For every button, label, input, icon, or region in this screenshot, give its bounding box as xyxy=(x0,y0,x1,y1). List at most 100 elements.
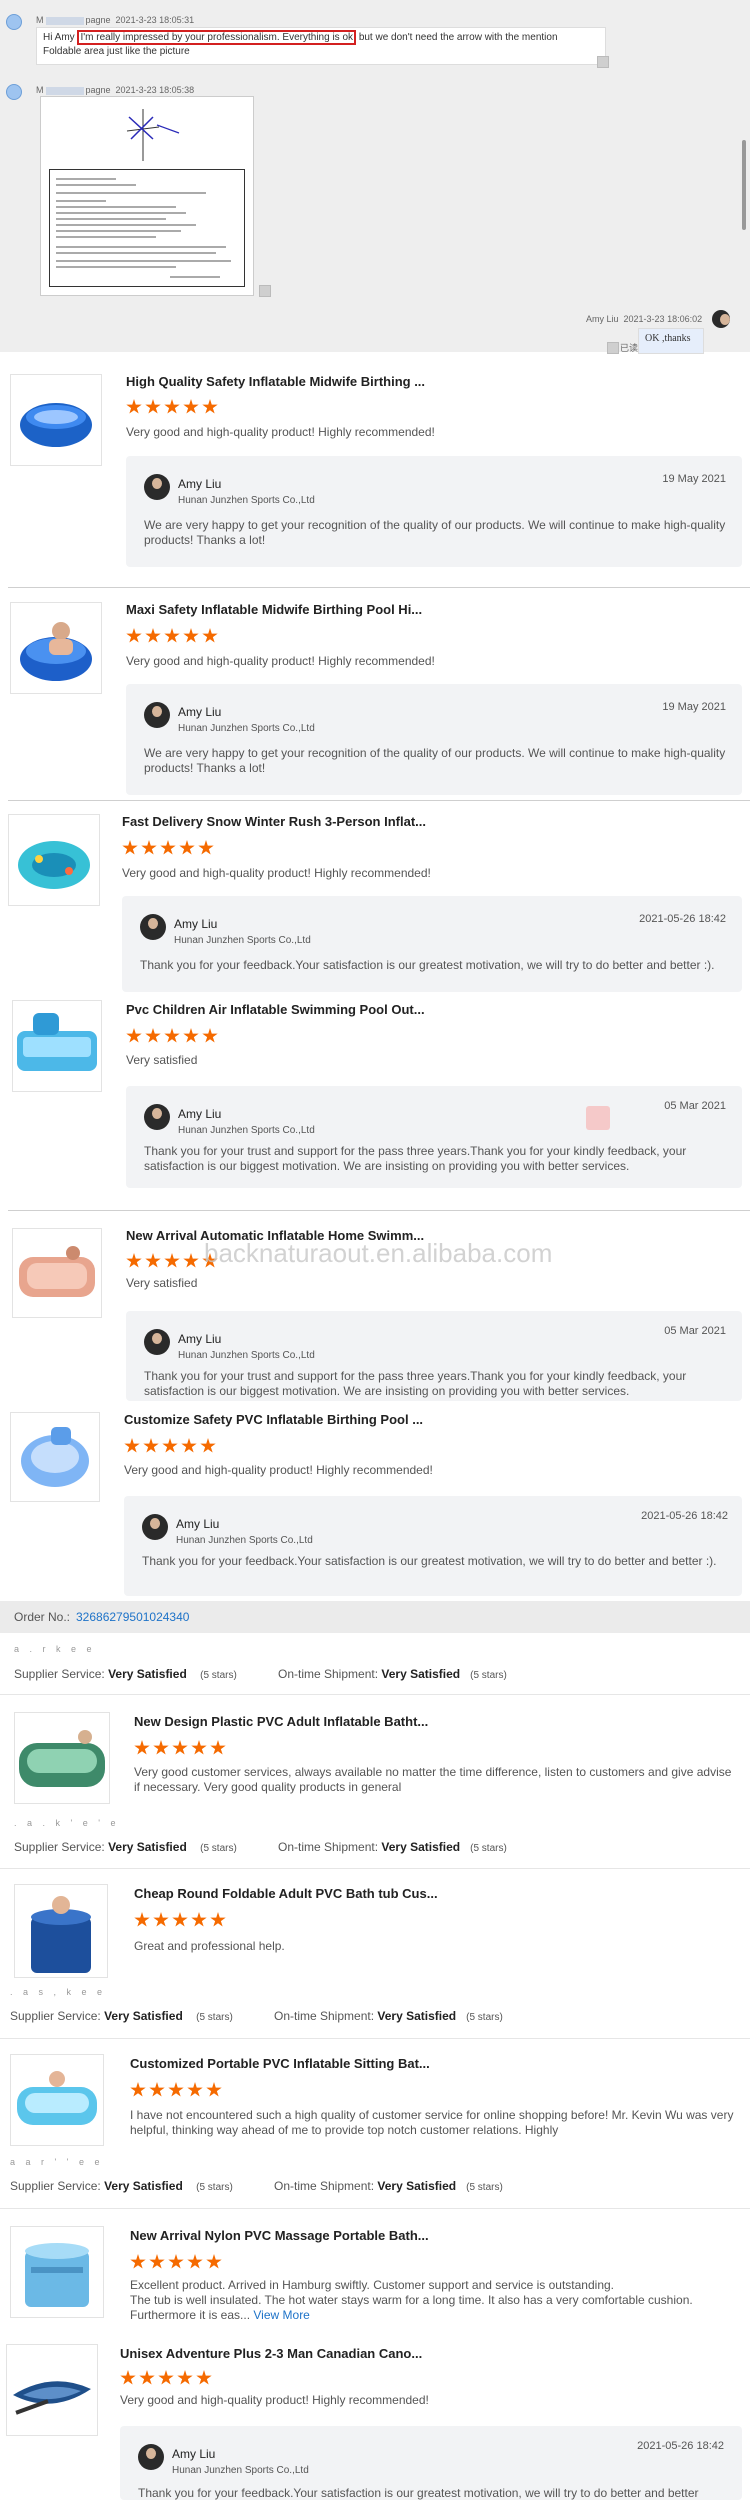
product-title[interactable]: Fast Delivery Snow Winter Rush 3-Person … xyxy=(122,814,426,829)
product-title[interactable]: Unisex Adventure Plus 2-3 Man Canadian C… xyxy=(120,2346,422,2361)
seller-name: Amy Liu xyxy=(178,705,222,719)
star-icon xyxy=(183,1253,199,1268)
reply-sender: Amy Liu 2021-3-23 18:06:02 xyxy=(586,314,703,324)
star-icon xyxy=(149,2254,165,2269)
reply-text: Thank you for your feedback.Your satisfa… xyxy=(138,2486,699,2500)
star-icon xyxy=(172,1740,188,1755)
agent-avatar xyxy=(712,310,730,328)
star-icon xyxy=(145,1253,161,1268)
review-text: Very satisfied xyxy=(126,1053,198,1067)
star-rating xyxy=(122,840,217,857)
star-icon xyxy=(187,2082,203,2097)
review-text: Very good customer services, always avai… xyxy=(134,1765,732,1794)
star-icon xyxy=(145,399,161,414)
seller-reply: Amy Liu Hunan Junzhen Sports Co.,Ltd 19 … xyxy=(126,456,742,567)
product-image[interactable] xyxy=(12,1228,102,1318)
star-icon xyxy=(149,2082,165,2097)
star-icon xyxy=(206,2082,222,2097)
review-text: Very good and high-quality product! High… xyxy=(126,654,435,668)
divider xyxy=(0,1694,750,1695)
seller-avatar xyxy=(142,1514,168,1540)
view-more-link[interactable]: View More xyxy=(253,2308,309,2322)
chat-message: Hi Amy I'm really impressed by your prof… xyxy=(36,27,606,65)
star-rating xyxy=(130,2254,225,2271)
reply-text: Thank you for your feedback.Your satisfa… xyxy=(140,958,715,972)
chat-panel: Mpagne 2021-3-23 18:05:31 Hi Amy I'm rea… xyxy=(0,0,750,354)
product-title[interactable]: High Quality Safety Inflatable Midwife B… xyxy=(126,374,425,389)
star-icon xyxy=(181,1438,197,1453)
product-image[interactable] xyxy=(10,602,102,694)
sender-avatar xyxy=(6,14,22,30)
star-icon xyxy=(202,628,218,643)
seller-name: Amy Liu xyxy=(176,1517,220,1531)
reply-text: We are very happy to get your recognitio… xyxy=(144,746,726,775)
spec-sheet xyxy=(49,169,245,287)
product-title[interactable]: Maxi Safety Inflatable Midwife Birthing … xyxy=(126,602,422,617)
star-icon xyxy=(130,2254,146,2269)
star-rating xyxy=(134,1740,229,1757)
product-title[interactable]: New Arrival Nylon PVC Massage Portable B… xyxy=(130,2228,429,2243)
sender-avatar xyxy=(6,84,22,100)
star-icon xyxy=(200,1438,216,1453)
star-icon xyxy=(210,1912,226,1927)
divider xyxy=(8,1210,750,1211)
product-title[interactable]: New Design Plastic PVC Adult Inflatable … xyxy=(134,1714,428,1729)
star-icon xyxy=(126,1028,142,1043)
star-icon xyxy=(122,840,138,855)
chat-scrollbar[interactable] xyxy=(742,140,746,230)
supplier-service-rating: Supplier Service: Very Satisfied (5 star… xyxy=(10,2009,233,2023)
product-image[interactable] xyxy=(10,2226,104,2318)
shipment-rating: On-time Shipment: Very Satisfied (5 star… xyxy=(274,2179,503,2193)
star-icon xyxy=(191,1740,207,1755)
message-select-checkbox[interactable] xyxy=(597,56,609,68)
star-icon xyxy=(141,840,157,855)
star-icon xyxy=(177,2370,193,2385)
product-image[interactable] xyxy=(10,374,102,466)
product-image[interactable] xyxy=(10,1412,100,1502)
star-icon xyxy=(206,2254,222,2269)
star-icon xyxy=(153,1740,169,1755)
star-rating xyxy=(130,2082,225,2099)
reviewer-name-blurred: . a s , k e e xyxy=(10,1987,107,1997)
seller-company: Hunan Junzhen Sports Co.,Ltd xyxy=(172,2465,309,2476)
attached-image[interactable] xyxy=(40,96,254,296)
star-icon xyxy=(126,628,142,643)
reply-text: Thank you for your trust and support for… xyxy=(144,1369,687,1398)
star-icon xyxy=(143,1438,159,1453)
product-title[interactable]: Cheap Round Foldable Adult PVC Bath tub … xyxy=(134,1886,438,1901)
message-select-checkbox[interactable] xyxy=(259,285,271,297)
product-title[interactable]: Pvc Children Air Inflatable Swimming Poo… xyxy=(126,1002,425,1017)
star-rating xyxy=(126,399,221,416)
product-image[interactable] xyxy=(14,1712,110,1804)
reply-text: Thank you for your feedback.Your satisfa… xyxy=(142,1554,717,1568)
star-rating xyxy=(126,1028,221,1045)
seller-name: Amy Liu xyxy=(178,1332,222,1346)
seller-reply: Amy Liu Hunan Junzhen Sports Co.,Ltd 202… xyxy=(120,2426,742,2500)
product-title[interactable]: Customize Safety PVC Inflatable Birthing… xyxy=(124,1412,423,1427)
star-icon xyxy=(210,1740,226,1755)
order-number-link[interactable]: 32686279501024340 xyxy=(76,1610,189,1624)
star-icon xyxy=(126,399,142,414)
product-image[interactable] xyxy=(12,1000,102,1092)
product-image[interactable] xyxy=(8,814,100,906)
reply-date: 19 May 2021 xyxy=(662,701,726,713)
star-icon xyxy=(124,1438,140,1453)
sender-name: Mpagne 2021-3-23 18:05:31 xyxy=(36,15,195,25)
star-icon xyxy=(164,1028,180,1043)
product-image[interactable] xyxy=(6,2344,98,2436)
reply-date: 19 May 2021 xyxy=(662,473,726,485)
message-select-checkbox[interactable] xyxy=(607,342,619,354)
product-image[interactable] xyxy=(10,2054,104,2146)
star-icon xyxy=(202,399,218,414)
product-image[interactable] xyxy=(14,1884,108,1978)
seller-company: Hunan Junzhen Sports Co.,Ltd xyxy=(174,935,311,946)
reply-text: We are very happy to get your recognitio… xyxy=(144,518,726,547)
message-time: 2021-3-23 18:05:38 xyxy=(115,85,195,95)
seller-name: Amy Liu xyxy=(172,2447,216,2461)
seller-company: Hunan Junzhen Sports Co.,Ltd xyxy=(178,495,315,506)
seller-avatar xyxy=(140,914,166,940)
star-rating xyxy=(126,628,221,645)
floating-action-icon[interactable] xyxy=(586,1106,610,1130)
product-title[interactable]: Customized Portable PVC Inflatable Sitti… xyxy=(130,2056,430,2071)
seller-reply: Amy Liu Hunan Junzhen Sports Co.,Ltd 202… xyxy=(124,1496,742,1596)
